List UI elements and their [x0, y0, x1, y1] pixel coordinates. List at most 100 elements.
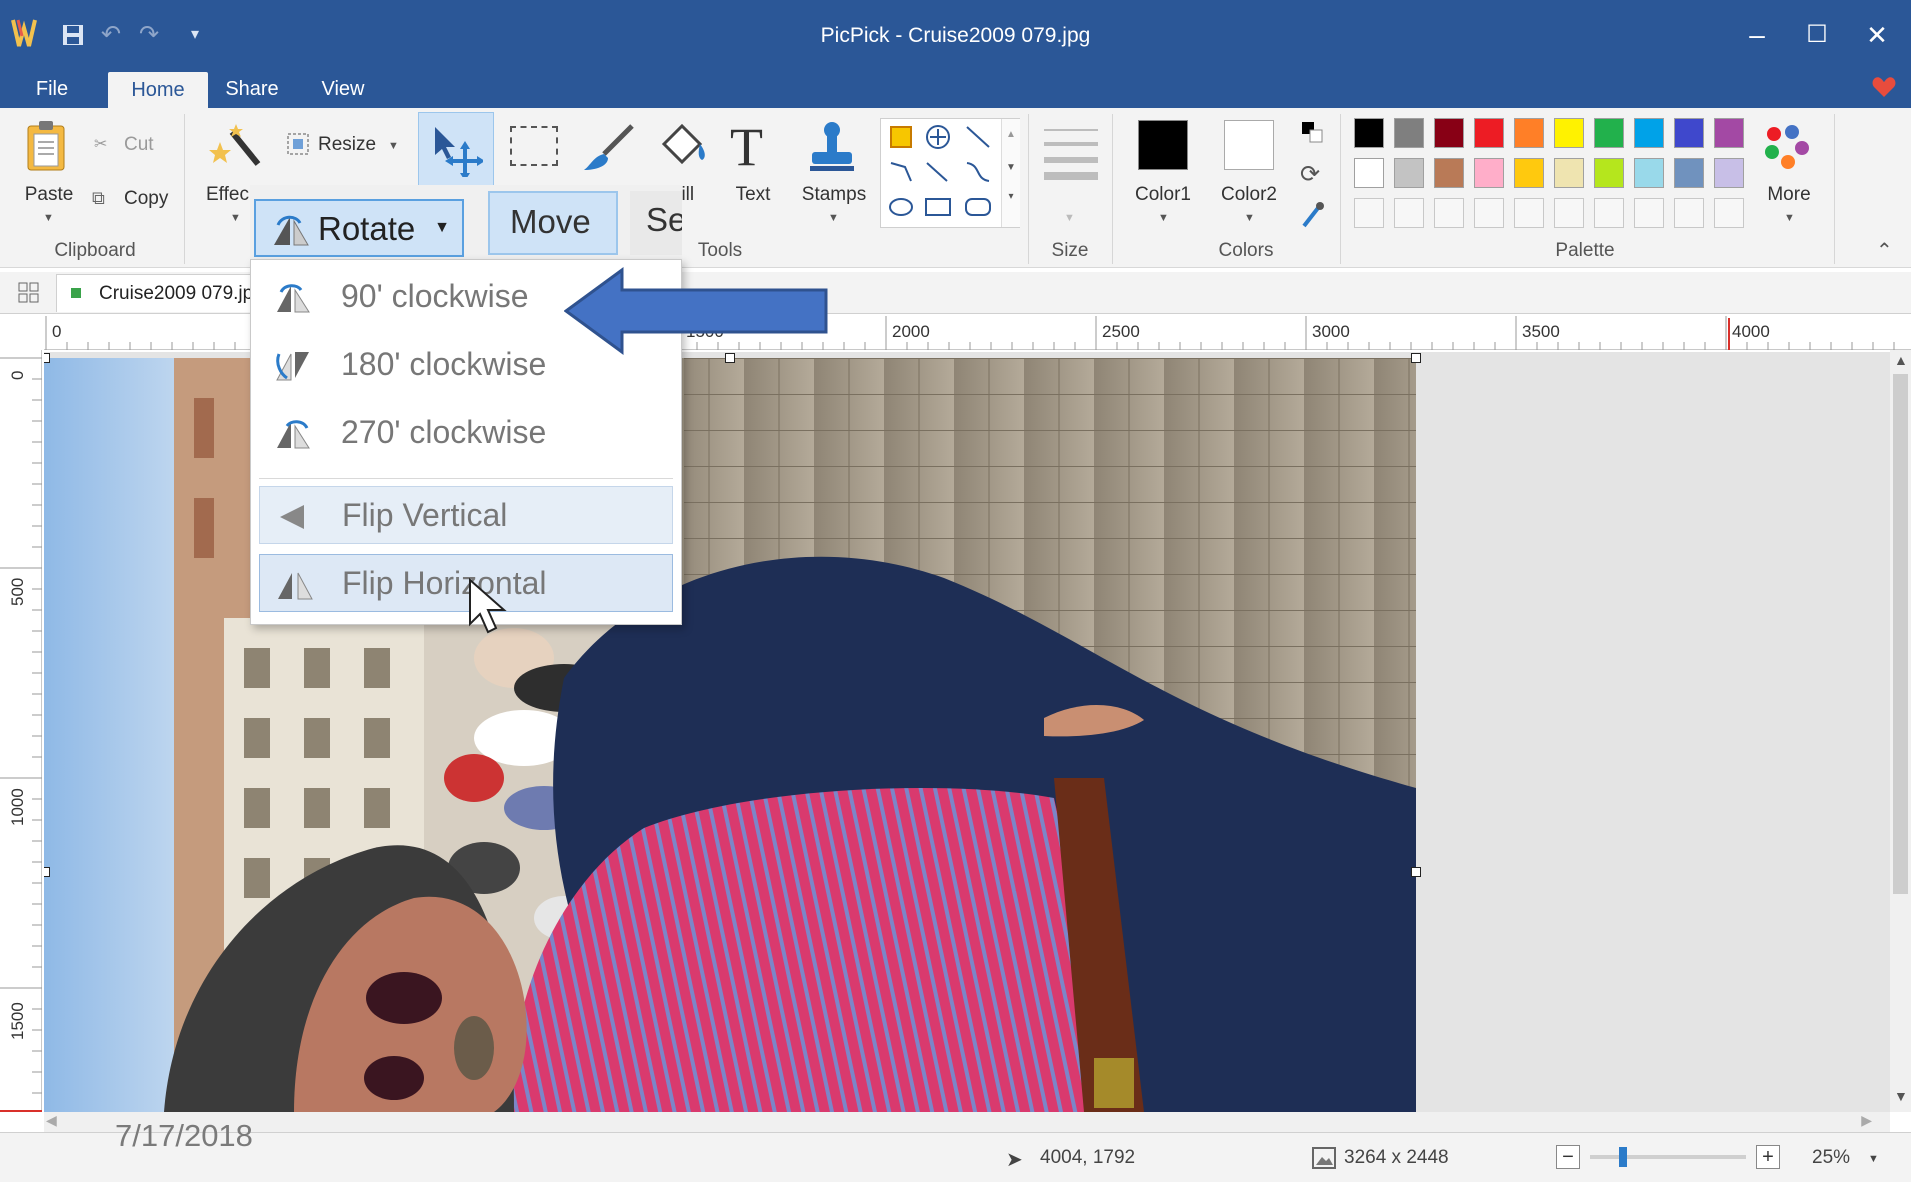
maximize-button[interactable]: ☐	[1792, 12, 1842, 58]
zoom-level[interactable]: 25%	[1812, 1147, 1850, 1169]
swap-colors-icon[interactable]: ⟳	[1300, 160, 1320, 189]
palette-swatch[interactable]	[1354, 118, 1384, 148]
palette-swatch[interactable]	[1514, 118, 1544, 148]
tab-view[interactable]: View	[300, 70, 386, 108]
line-size-icon[interactable]	[1044, 124, 1098, 180]
palette-swatch[interactable]	[1434, 118, 1464, 148]
palette-empty-swatch[interactable]	[1674, 198, 1704, 228]
move-button[interactable]: Move	[488, 191, 618, 255]
vertical-scrollbar[interactable]: ▲ ▼	[1890, 350, 1911, 1112]
text-tool-icon[interactable]: T	[730, 116, 763, 178]
more-colors-icon[interactable]	[1762, 122, 1816, 176]
zoom-dropdown-icon[interactable]: ▼	[1868, 1153, 1879, 1165]
color2-button[interactable]: Color2	[1212, 184, 1286, 206]
color2-swatch[interactable]	[1224, 120, 1274, 170]
palette-swatch[interactable]	[1674, 118, 1704, 148]
palette-empty-swatch[interactable]	[1514, 198, 1544, 228]
effects-dropdown-icon[interactable]: ▼	[230, 212, 241, 224]
menu-item-flip-vertical[interactable]: Flip Vertical	[259, 486, 673, 544]
shapes-gallery-scroll[interactable]: ▲ ▼ ▾	[1001, 119, 1020, 227]
palette-swatch[interactable]	[1514, 158, 1544, 188]
palette-swatch[interactable]	[1474, 158, 1504, 188]
heart-icon[interactable]	[1871, 74, 1897, 100]
palette-swatch[interactable]	[1354, 158, 1384, 188]
stamps-dropdown-icon[interactable]: ▼	[828, 212, 839, 224]
grid-view-icon[interactable]	[18, 282, 40, 304]
color1-dropdown-icon[interactable]: ▼	[1158, 212, 1169, 224]
collapse-ribbon-icon[interactable]: ⌃	[1876, 238, 1893, 263]
palette-empty-swatch[interactable]	[1714, 198, 1744, 228]
selection-handle[interactable]	[44, 867, 50, 877]
brush-icon[interactable]	[582, 122, 636, 174]
select-tool-icon[interactable]	[510, 126, 558, 166]
redo-icon[interactable]: ↷	[134, 18, 164, 52]
palette-empty-swatch[interactable]	[1594, 198, 1624, 228]
palette-empty-swatch[interactable]	[1554, 198, 1584, 228]
fill-bucket-icon[interactable]	[654, 120, 710, 176]
shapes-gallery-icons[interactable]	[881, 119, 1001, 229]
close-button[interactable]: ✕	[1852, 12, 1902, 58]
palette-swatch[interactable]	[1394, 158, 1424, 188]
tab-file[interactable]: File	[0, 70, 104, 108]
color1-button[interactable]: Color1	[1126, 184, 1200, 206]
palette-empty-swatch[interactable]	[1354, 198, 1384, 228]
selection-handle[interactable]	[1411, 353, 1421, 363]
scroll-left-icon[interactable]: ◀	[46, 1112, 57, 1129]
zoom-slider-track[interactable]	[1590, 1147, 1746, 1167]
palette-swatch[interactable]	[1634, 158, 1664, 188]
effects-button[interactable]: Effec	[206, 184, 249, 206]
vertical-scroll-thumb[interactable]	[1893, 374, 1908, 894]
scroll-right-icon[interactable]: ▶	[1861, 1112, 1872, 1129]
color1-swatch[interactable]	[1138, 120, 1188, 170]
tab-share[interactable]: Share	[212, 70, 292, 108]
resize-button[interactable]: Resize	[318, 134, 376, 156]
app-logo-icon[interactable]	[10, 14, 44, 54]
minimize-button[interactable]: –	[1732, 12, 1782, 58]
move-tool-button[interactable]	[418, 112, 494, 196]
stamp-icon[interactable]	[806, 120, 858, 176]
palette-empty-swatch[interactable]	[1474, 198, 1504, 228]
document-tab[interactable]: Cruise2009 079.jp	[56, 274, 266, 312]
palette-swatch[interactable]	[1474, 118, 1504, 148]
zoom-out-button[interactable]: −	[1556, 1145, 1580, 1169]
palette-empty-swatch[interactable]	[1634, 198, 1664, 228]
palette-swatch[interactable]	[1634, 118, 1664, 148]
palette-empty-swatch[interactable]	[1434, 198, 1464, 228]
save-icon[interactable]	[58, 18, 88, 52]
menu-item-rotate-270[interactable]: 270' clockwise	[259, 404, 673, 462]
scroll-up-icon[interactable]: ▲	[1894, 352, 1908, 368]
palette-swatch[interactable]	[1714, 118, 1744, 148]
horizontal-scrollbar[interactable]: ◀ ▶	[44, 1112, 1890, 1132]
palette-swatch[interactable]	[1394, 118, 1424, 148]
undo-icon[interactable]: ↶	[96, 18, 126, 52]
cut-button[interactable]: Cut	[124, 134, 154, 156]
palette-swatch[interactable]	[1434, 158, 1464, 188]
tab-home[interactable]: Home	[108, 72, 208, 108]
paste-button[interactable]: Paste	[20, 184, 78, 206]
selection-handle[interactable]	[1411, 867, 1421, 877]
stamps-button-label[interactable]: Stamps	[796, 184, 872, 206]
resize-dropdown-icon[interactable]: ▼	[388, 140, 399, 152]
rotate-button[interactable]: Rotate ▼	[254, 199, 464, 257]
palette-swatch[interactable]	[1594, 118, 1624, 148]
text-button-label[interactable]: Text	[728, 184, 778, 206]
palette-swatch[interactable]	[1554, 158, 1584, 188]
color2-dropdown-icon[interactable]: ▼	[1244, 212, 1255, 224]
scroll-down-icon[interactable]: ▼	[1894, 1088, 1908, 1104]
color-picker-icon[interactable]	[1300, 200, 1326, 230]
palette-swatch[interactable]	[1594, 158, 1624, 188]
paste-dropdown-icon[interactable]: ▼	[43, 212, 54, 224]
palette-swatch[interactable]	[1674, 158, 1704, 188]
copy-button[interactable]: Copy	[124, 188, 168, 210]
default-colors-icon[interactable]	[1300, 120, 1326, 146]
palette-swatch[interactable]	[1554, 118, 1584, 148]
zoom-slider-thumb[interactable]	[1618, 1147, 1627, 1167]
palette-swatch[interactable]	[1714, 158, 1744, 188]
quick-access-dropdown-icon[interactable]: ▾	[180, 18, 210, 52]
size-dropdown-icon[interactable]: ▼	[1064, 212, 1075, 224]
more-dropdown-icon[interactable]: ▼	[1784, 212, 1795, 224]
select-button[interactable]: Sel	[630, 191, 682, 255]
paste-icon[interactable]	[26, 120, 66, 172]
selection-handle[interactable]	[44, 353, 50, 363]
effects-icon[interactable]	[208, 122, 264, 172]
